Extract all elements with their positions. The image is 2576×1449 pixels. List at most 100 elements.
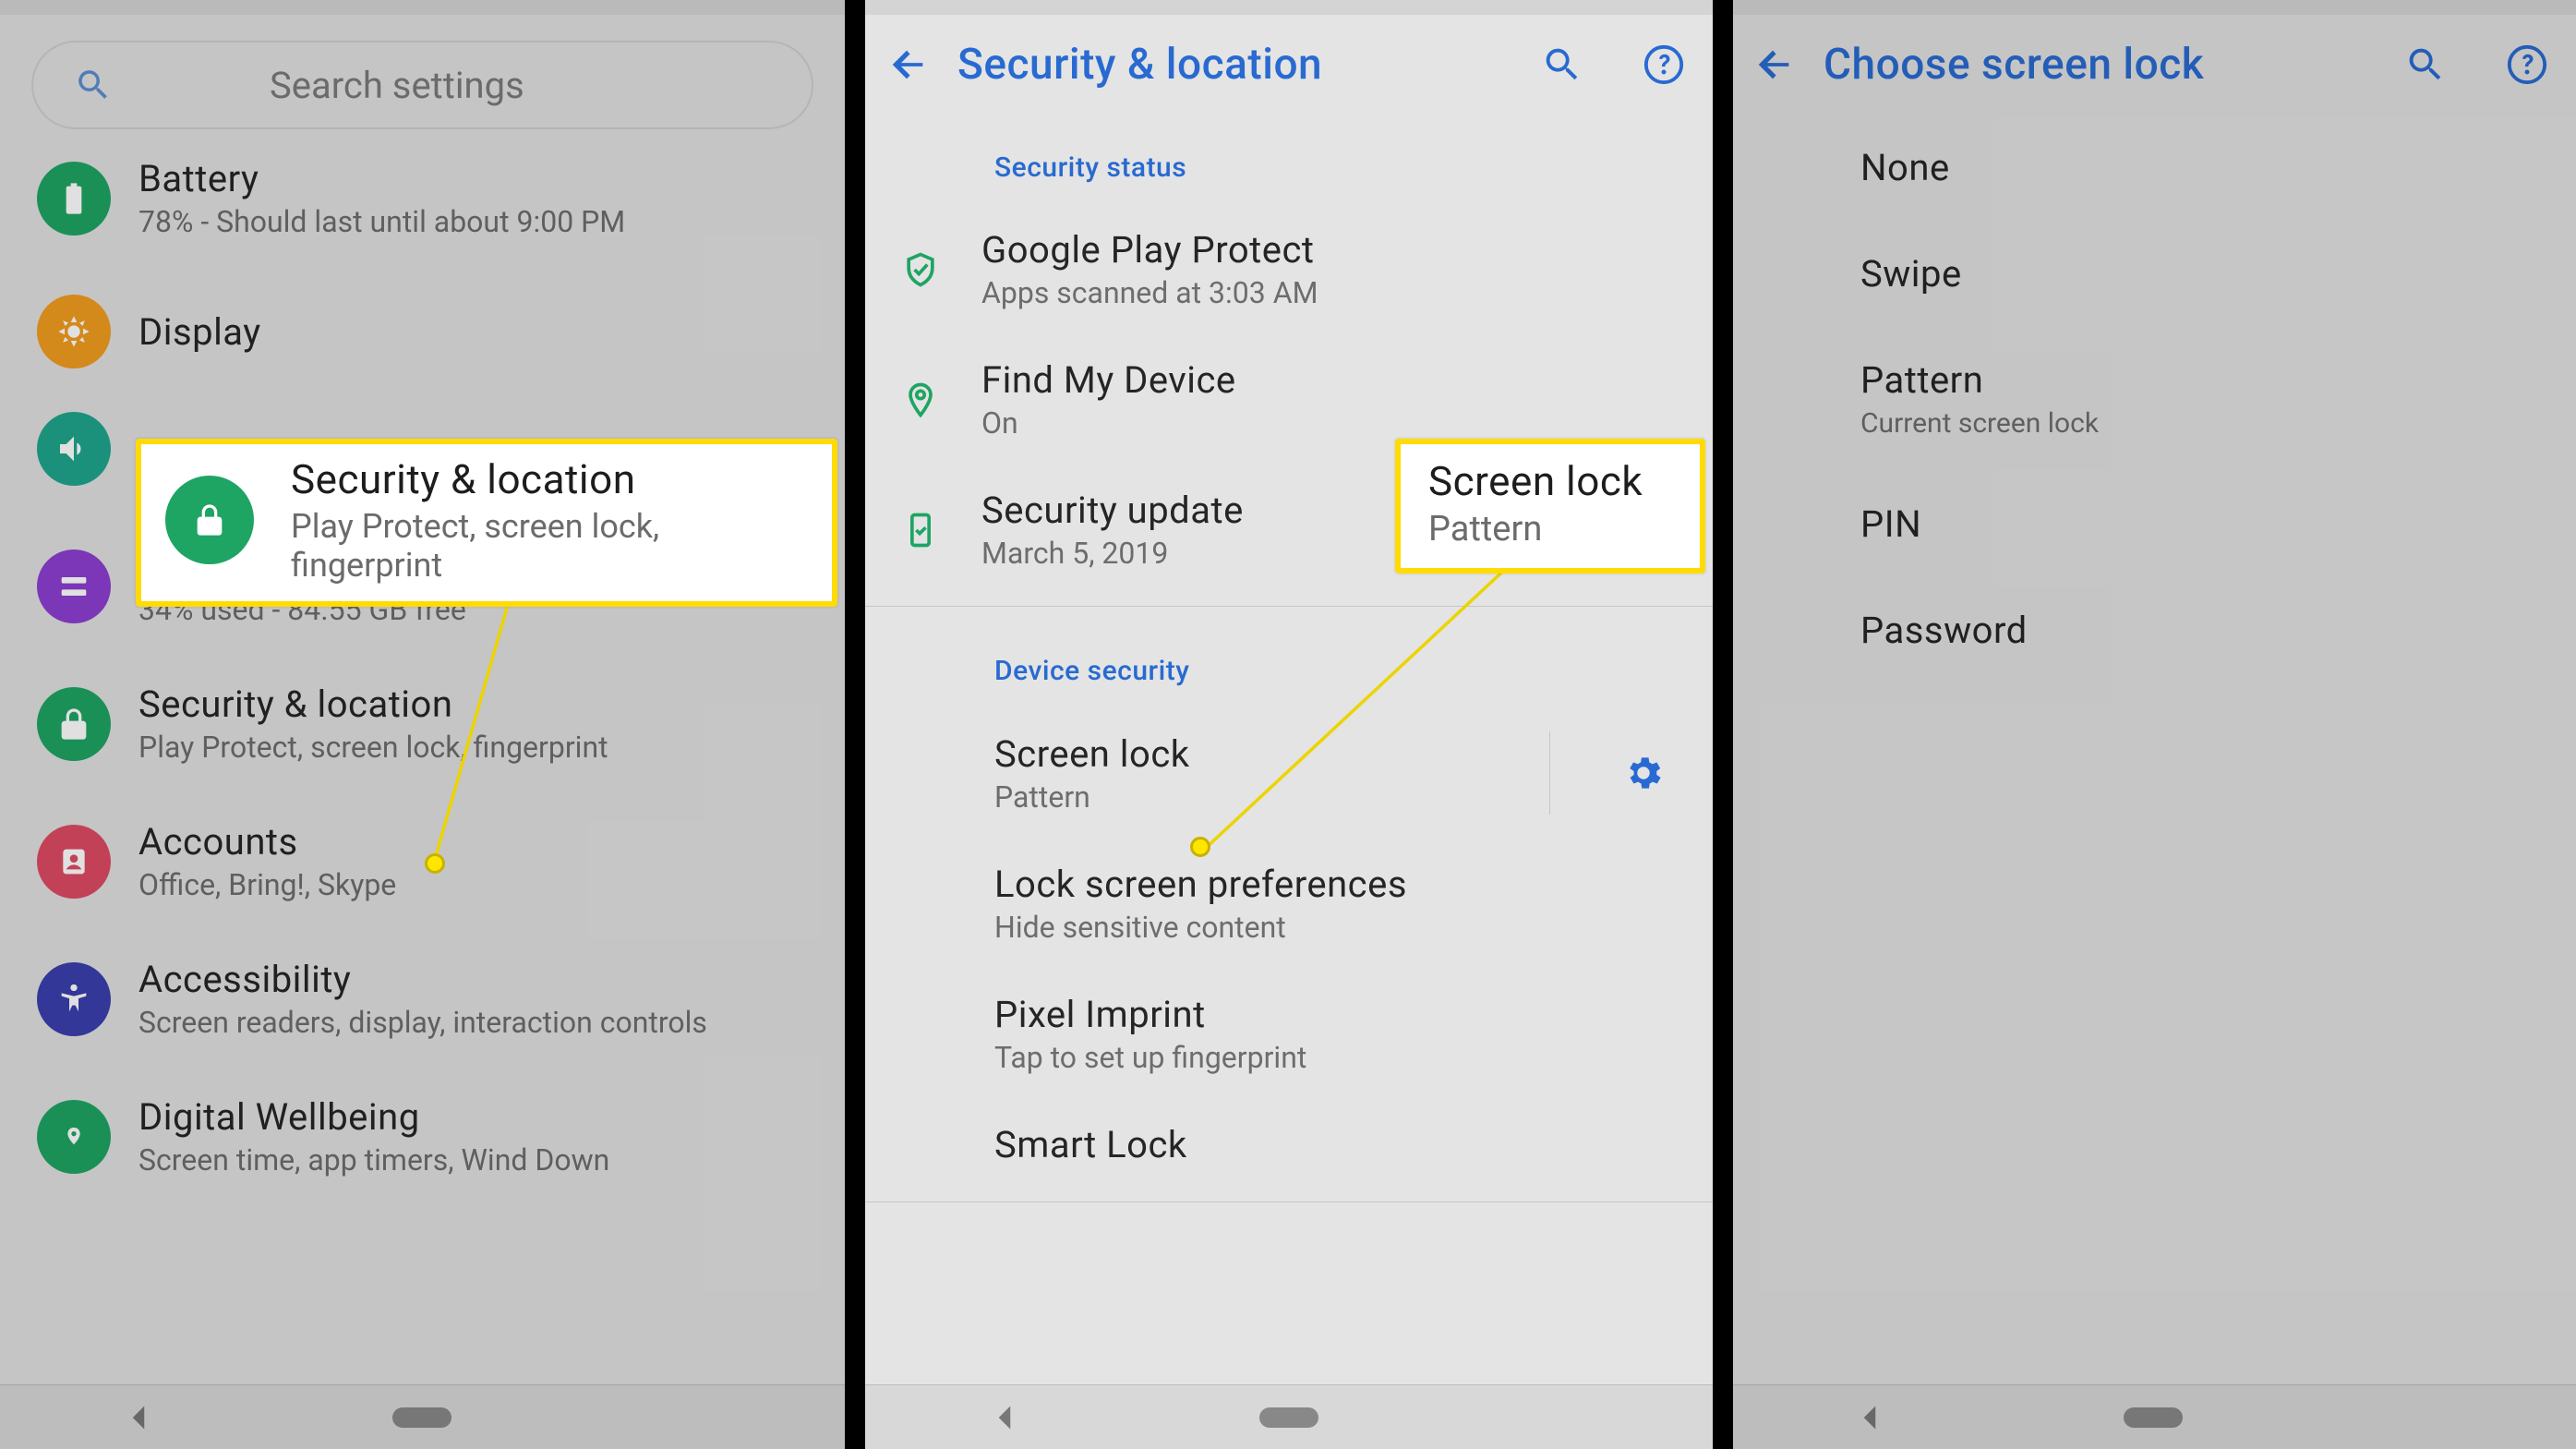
status-bar xyxy=(1731,0,2576,15)
search-icon[interactable] xyxy=(1541,43,1583,86)
callout-sub: Play Protect, screen lock, fingerprint xyxy=(291,507,808,585)
device-security-header: Device security xyxy=(865,618,1713,707)
search-placeholder: Search settings xyxy=(270,64,524,107)
lock-icon xyxy=(37,687,111,761)
settings-row-battery[interactable]: Battery 78% - Should last until about 9:… xyxy=(0,157,845,267)
row-title: Digital Wellbeing xyxy=(138,1095,609,1139)
callout-anchor-dot xyxy=(425,853,445,874)
sound-icon xyxy=(37,412,111,486)
row-title: Password xyxy=(1860,609,2576,652)
row-sub: Office, Bring!, Skype xyxy=(138,867,396,902)
security-status-header: Security status xyxy=(865,115,1713,204)
row-lock-screen-prefs[interactable]: Lock screen preferences Hide sensitive c… xyxy=(865,839,1713,969)
android-nav-bar xyxy=(0,1384,845,1449)
battery-icon xyxy=(37,162,111,235)
row-title: Google Play Protect xyxy=(981,228,1685,272)
row-title: Accounts xyxy=(138,820,396,863)
storage-icon xyxy=(37,549,111,623)
wellbeing-icon xyxy=(37,1100,111,1174)
app-bar: Choose screen lock xyxy=(1731,15,2576,115)
row-title: Find My Device xyxy=(981,358,1685,402)
row-title: Pixel Imprint xyxy=(994,993,1685,1036)
help-icon[interactable] xyxy=(2506,43,2548,86)
row-title: Battery xyxy=(138,157,625,200)
nav-back-icon[interactable] xyxy=(981,1395,1028,1441)
row-sub: Screen time, app timers, Wind Down xyxy=(138,1142,609,1177)
row-sub: Play Protect, screen lock, fingerprint xyxy=(138,730,608,765)
row-title: Lock screen preferences xyxy=(994,863,1685,906)
row-sub: On xyxy=(981,405,1685,441)
settings-row-display[interactable]: Display xyxy=(0,267,845,396)
lock-icon xyxy=(165,476,254,564)
row-sub: Tap to set up fingerprint xyxy=(994,1040,1685,1075)
row-sub: 78% - Should last until about 9:00 PM xyxy=(138,204,625,239)
status-bar xyxy=(865,0,1713,15)
back-arrow-icon[interactable] xyxy=(887,43,930,86)
option-none[interactable]: None xyxy=(1731,115,2576,221)
app-bar-title: Security & location xyxy=(957,40,1513,90)
choose-screen-lock-screen: Choose screen lock None Swipe Pattern Cu… xyxy=(1731,0,2576,1449)
row-google-play-protect[interactable]: Google Play Protect Apps scanned at 3:03… xyxy=(865,204,1713,334)
divider-vertical xyxy=(1549,731,1550,815)
brightness-icon xyxy=(37,295,111,368)
divider xyxy=(865,606,1713,607)
option-password[interactable]: Password xyxy=(1731,577,2576,683)
android-nav-bar xyxy=(1731,1384,2576,1449)
help-icon[interactable] xyxy=(1643,43,1685,86)
security-location-screen: Security & location Security status Goog… xyxy=(865,0,1713,1449)
row-title: Accessibility xyxy=(138,958,707,1001)
android-nav-bar xyxy=(865,1384,1713,1449)
nav-back-icon[interactable] xyxy=(1847,1395,1893,1441)
nav-home-pill[interactable] xyxy=(1259,1407,1318,1428)
search-icon[interactable] xyxy=(2404,43,2447,86)
row-sub: Screen readers, display, interaction con… xyxy=(138,1005,707,1040)
account-icon xyxy=(37,825,111,899)
callout-anchor-dot xyxy=(1190,837,1210,857)
settings-main-screen: Search settings Battery 78% - Should las… xyxy=(0,0,845,1449)
phone-separator xyxy=(845,0,865,1449)
row-sub: Apps scanned at 3:03 AM xyxy=(981,275,1685,310)
row-pixel-imprint[interactable]: Pixel Imprint Tap to set up fingerprint xyxy=(865,969,1713,1099)
settings-row-accounts[interactable]: Accounts Office, Bring!, Skype xyxy=(0,792,845,930)
status-bar xyxy=(0,0,845,15)
divider xyxy=(865,1201,1713,1202)
nav-home-pill[interactable] xyxy=(392,1407,451,1428)
row-title: None xyxy=(1860,146,2576,189)
option-pattern[interactable]: Pattern Current screen lock xyxy=(1731,327,2576,471)
option-swipe[interactable]: Swipe xyxy=(1731,221,2576,327)
accessibility-icon xyxy=(37,962,111,1036)
nav-home-pill[interactable] xyxy=(2124,1407,2183,1428)
callout-screen-lock: Screen lock Pattern xyxy=(1395,439,1705,574)
row-sub: Current screen lock xyxy=(1860,407,2576,440)
callout-security-location: Security & location Play Protect, screen… xyxy=(136,439,837,607)
callout-title: Screen lock xyxy=(1428,457,1643,505)
row-title: Smart Lock xyxy=(994,1123,1685,1166)
callout-sub: Pattern xyxy=(1428,509,1643,549)
phone-separator xyxy=(1713,0,1733,1449)
settings-row-accessibility[interactable]: Accessibility Screen readers, display, i… xyxy=(0,930,845,1068)
shield-icon xyxy=(900,249,941,290)
row-title: Security & location xyxy=(138,682,608,726)
row-title: PIN xyxy=(1860,502,2576,546)
location-icon xyxy=(900,380,941,420)
row-smart-lock[interactable]: Smart Lock xyxy=(865,1099,1713,1190)
row-sub: Pattern xyxy=(994,779,1516,815)
settings-row-security-location[interactable]: Security & location Play Protect, screen… xyxy=(0,655,845,792)
row-title: Swipe xyxy=(1860,252,2576,296)
search-settings-field[interactable]: Search settings xyxy=(31,41,813,129)
back-arrow-icon[interactable] xyxy=(1753,43,1796,86)
option-pin[interactable]: PIN xyxy=(1731,471,2576,577)
gear-icon[interactable] xyxy=(1622,752,1665,794)
callout-title: Security & location xyxy=(291,455,808,503)
nav-back-icon[interactable] xyxy=(115,1395,162,1441)
settings-row-digital-wellbeing[interactable]: Digital Wellbeing Screen time, app timer… xyxy=(0,1068,845,1205)
settings-list: Battery 78% - Should last until about 9:… xyxy=(0,157,845,1205)
row-title: Display xyxy=(138,310,261,354)
app-bar-title: Choose screen lock xyxy=(1824,40,2377,90)
row-sub: Hide sensitive content xyxy=(994,910,1685,945)
row-screen-lock[interactable]: Screen lock Pattern xyxy=(865,707,1713,839)
row-title: Screen lock xyxy=(994,732,1516,776)
row-title: Pattern xyxy=(1860,358,2576,402)
search-icon xyxy=(74,66,113,104)
app-bar: Security & location xyxy=(865,15,1713,115)
